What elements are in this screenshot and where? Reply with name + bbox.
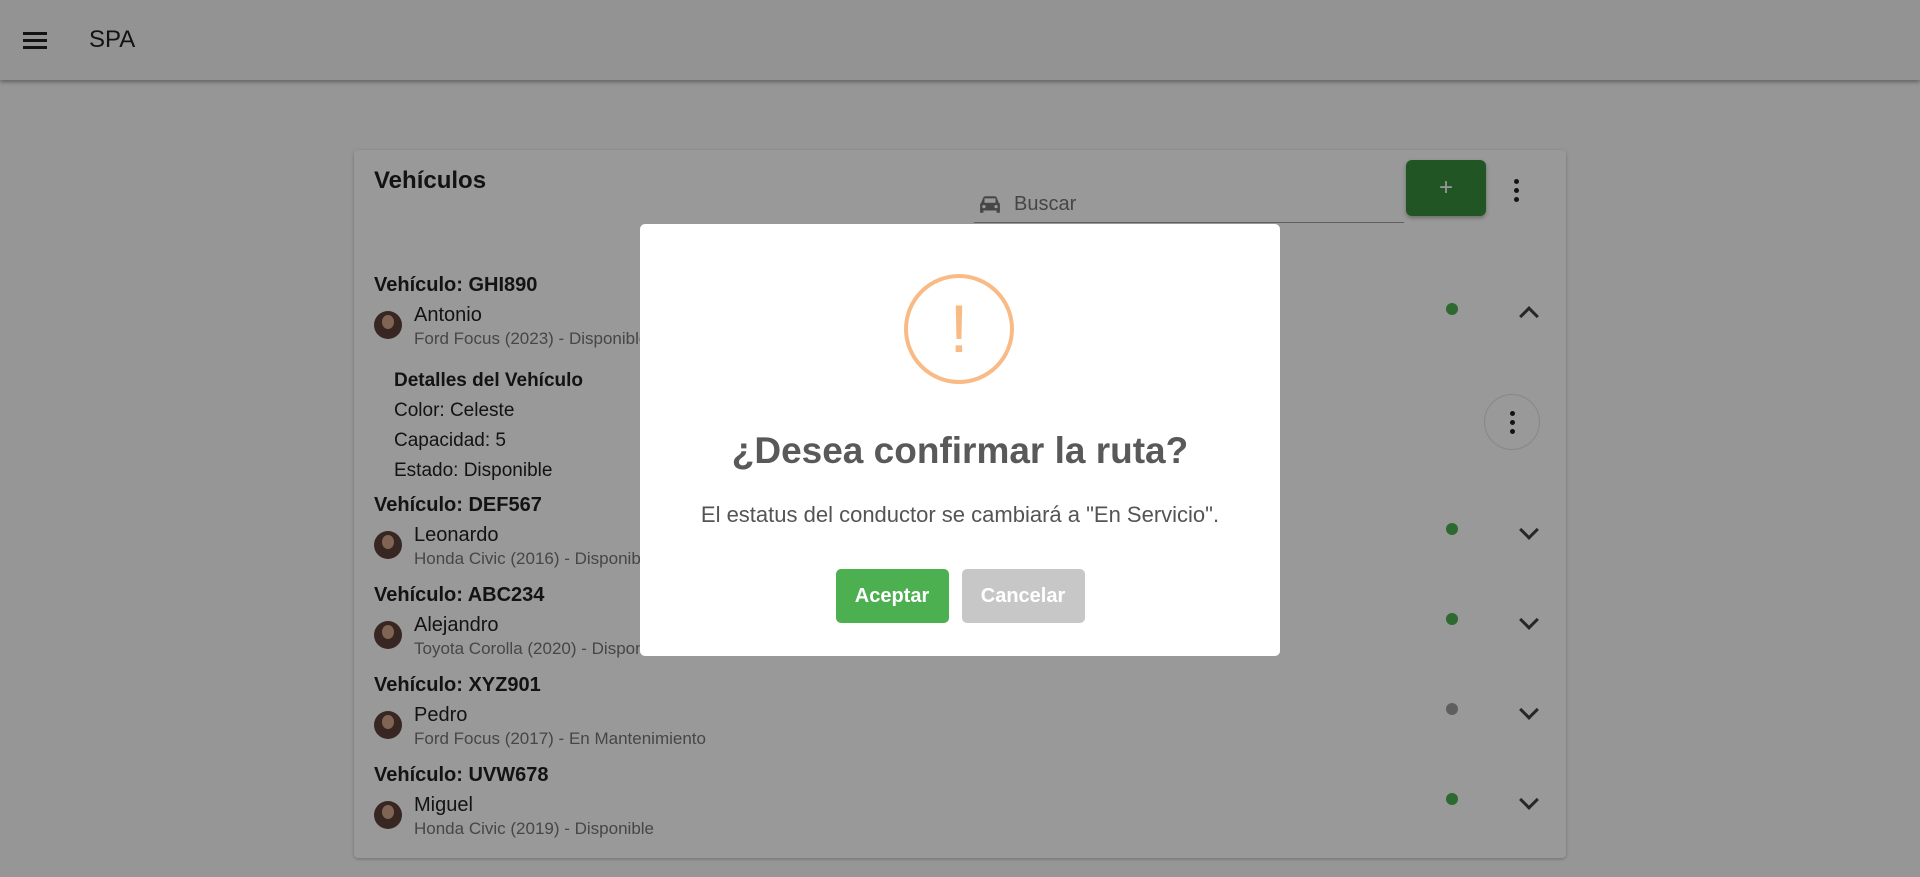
modal-overlay[interactable]: ! ¿Desea confirmar la ruta? El estatus d… (0, 0, 1920, 877)
cancel-button[interactable]: Cancelar (961, 569, 1085, 623)
dialog-title: ¿Desea confirmar la ruta? (731, 430, 1189, 471)
confirm-dialog: ! ¿Desea confirmar la ruta? El estatus d… (640, 224, 1280, 656)
warning-icon: ! (904, 274, 1014, 384)
dialog-message: El estatus del conductor se cambiará a "… (700, 502, 1220, 527)
accept-button[interactable]: Aceptar (835, 569, 949, 623)
